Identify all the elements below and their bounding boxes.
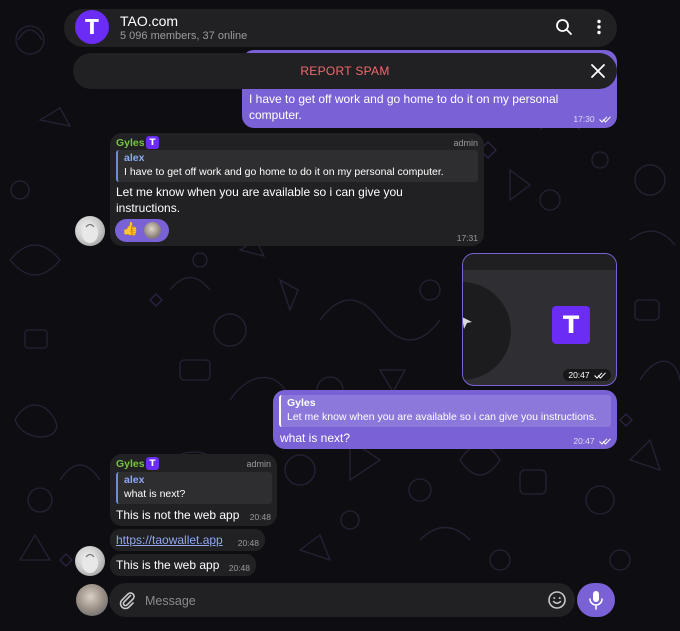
message-time: 20:47 bbox=[563, 369, 611, 381]
read-checkmarks-icon bbox=[594, 372, 606, 379]
message-text: I have to get off work and go home to do… bbox=[249, 92, 559, 122]
microphone-icon bbox=[589, 591, 603, 610]
chat-title: TAO.com bbox=[120, 13, 179, 29]
admin-label: admin bbox=[453, 138, 478, 148]
reply-quote[interactable]: alex what is next? bbox=[116, 472, 272, 504]
search-icon[interactable] bbox=[555, 18, 573, 36]
message-input[interactable] bbox=[145, 592, 525, 610]
media-top-strip bbox=[463, 254, 616, 270]
tao-logo-icon: T bbox=[552, 306, 590, 344]
sender-avatar[interactable] bbox=[75, 546, 105, 576]
quote-text: I have to get off work and go home to do… bbox=[124, 166, 444, 178]
quote-author: alex bbox=[124, 474, 145, 486]
admin-badge-icon: T bbox=[146, 457, 159, 470]
channel-avatar[interactable]: T bbox=[75, 10, 109, 44]
message-text: This is not the web app bbox=[116, 508, 240, 522]
report-spam-bar: REPORT SPAM bbox=[73, 53, 617, 89]
message-bubble-incoming[interactable]: This is the web app 20:48 bbox=[110, 554, 256, 576]
thumbs-up-reaction: 👍 bbox=[122, 222, 139, 237]
message-bubble-incoming[interactable]: https://taowallet.app 20:48 bbox=[110, 529, 265, 551]
message-text: what is next? bbox=[280, 431, 351, 445]
media-circle-shape bbox=[463, 282, 511, 380]
quote-text: what is next? bbox=[124, 488, 186, 500]
sender-name[interactable]: Gyles bbox=[116, 137, 145, 149]
message-time: 20:48 bbox=[249, 512, 271, 522]
quote-author: alex bbox=[124, 152, 145, 164]
message-time: 17:30 bbox=[573, 114, 611, 124]
read-checkmarks-icon bbox=[599, 438, 611, 445]
link-text[interactable]: https://taowallet.app bbox=[116, 532, 223, 548]
paperclip-icon[interactable] bbox=[117, 590, 137, 610]
chat-subtitle: 5 096 members, 37 online bbox=[120, 30, 248, 42]
message-bubble-outgoing[interactable]: Gyles Let me know when you are available… bbox=[273, 390, 617, 449]
reaction-chip[interactable]: 👍 bbox=[115, 219, 169, 242]
message-text: This is the web app bbox=[116, 558, 220, 572]
emoji-icon[interactable] bbox=[547, 590, 567, 610]
more-vertical-icon[interactable] bbox=[590, 18, 608, 36]
message-time: 17:31 bbox=[456, 233, 478, 243]
cursor-arrow-icon bbox=[463, 317, 472, 329]
message-time: 20:48 bbox=[228, 563, 250, 573]
channel-logo-icon: T bbox=[85, 15, 99, 39]
message-bubble-incoming[interactable]: Gyles T admin alex what is next? This is… bbox=[110, 454, 277, 526]
user-avatar[interactable] bbox=[76, 584, 108, 616]
message-time: 20:47 bbox=[573, 436, 611, 446]
reactor-avatar bbox=[144, 222, 161, 239]
sender-avatar[interactable] bbox=[75, 216, 105, 246]
read-checkmarks-icon bbox=[599, 116, 611, 123]
microphone-button[interactable] bbox=[577, 583, 615, 617]
admin-label: admin bbox=[246, 459, 271, 469]
reply-quote[interactable]: Gyles Let me know when you are available… bbox=[279, 395, 611, 427]
sender-name[interactable]: Gyles bbox=[116, 458, 145, 470]
report-spam-button[interactable]: REPORT SPAM bbox=[73, 64, 617, 78]
quote-author: Gyles bbox=[287, 397, 316, 409]
reply-quote[interactable]: alex I have to get off work and go home … bbox=[116, 150, 478, 182]
media-message[interactable]: T 20:47 bbox=[462, 253, 617, 386]
quote-text: Let me know when you are available so i … bbox=[287, 411, 597, 423]
close-icon[interactable] bbox=[590, 63, 606, 79]
admin-badge-icon: T bbox=[146, 136, 159, 149]
message-time: 20:48 bbox=[237, 538, 259, 548]
message-text: Let me know when you are available so i … bbox=[116, 185, 403, 215]
